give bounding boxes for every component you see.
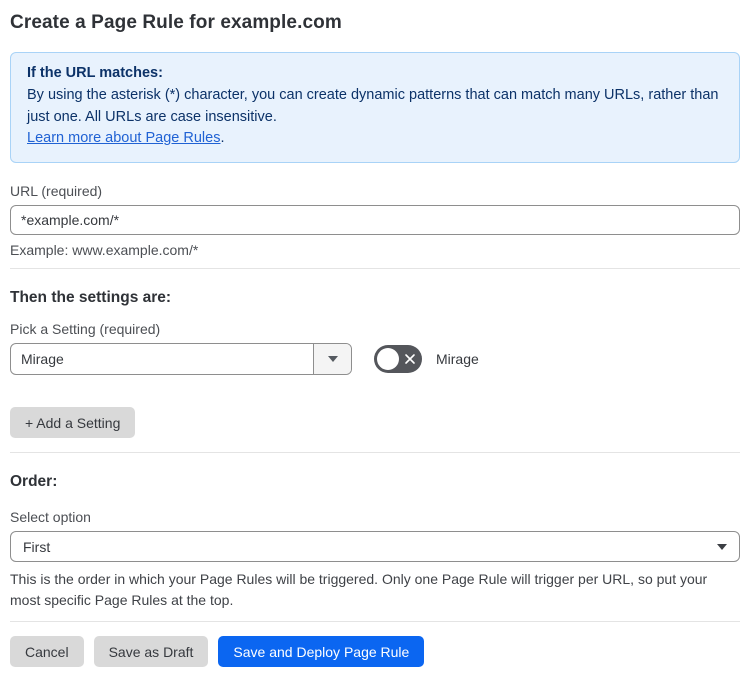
order-select-label: Select option: [10, 509, 91, 525]
footer-actions: Cancel Save as Draft Save and Deploy Pag…: [10, 636, 740, 667]
setting-select-value: Mirage: [21, 351, 64, 367]
toggle-knob: [377, 348, 399, 370]
close-x-icon: [404, 345, 416, 373]
toggle-label: Mirage: [436, 351, 479, 367]
settings-section-heading: Then the settings are:: [10, 289, 172, 306]
order-help-text: This is the order in which your Page Rul…: [10, 571, 708, 608]
url-input[interactable]: [10, 205, 740, 235]
chevron-down-icon: [717, 543, 727, 550]
setting-select[interactable]: Mirage: [10, 343, 352, 375]
divider: [10, 621, 740, 622]
add-setting-button[interactable]: + Add a Setting: [10, 407, 136, 438]
cancel-button[interactable]: Cancel: [10, 636, 84, 667]
page-title: Create a Page Rule for example.com: [10, 12, 342, 33]
page-rule-form: Create a Page Rule for example.com If th…: [0, 0, 750, 667]
setting-select-arrow-button[interactable]: [313, 344, 351, 374]
order-section-heading: Order:: [10, 473, 58, 490]
link-suffix: .: [220, 130, 225, 147]
save-as-draft-button[interactable]: Save as Draft: [93, 636, 209, 667]
divider: [10, 452, 740, 453]
info-box-body: By using the asterisk (*) character, you…: [27, 86, 719, 125]
chevron-down-icon: [327, 356, 338, 362]
mirage-toggle[interactable]: [374, 345, 422, 373]
url-match-info-box: If the URL matches: By using the asteris…: [10, 52, 740, 163]
setting-row: Mirage Mirage: [10, 343, 740, 375]
url-field-label: URL (required): [10, 183, 103, 199]
divider: [10, 268, 740, 269]
learn-more-link[interactable]: Learn more about Page Rules: [27, 130, 220, 146]
setting-picker-label: Pick a Setting (required): [10, 321, 161, 337]
info-box-link-row: Learn more about Page Rules.: [27, 128, 723, 150]
url-example-text: Example: www.example.com/*: [10, 242, 199, 258]
order-select-value: First: [23, 538, 51, 555]
order-select[interactable]: First: [10, 531, 740, 562]
info-box-heading: If the URL matches:: [27, 65, 163, 81]
save-and-deploy-button[interactable]: Save and Deploy Page Rule: [218, 636, 425, 667]
